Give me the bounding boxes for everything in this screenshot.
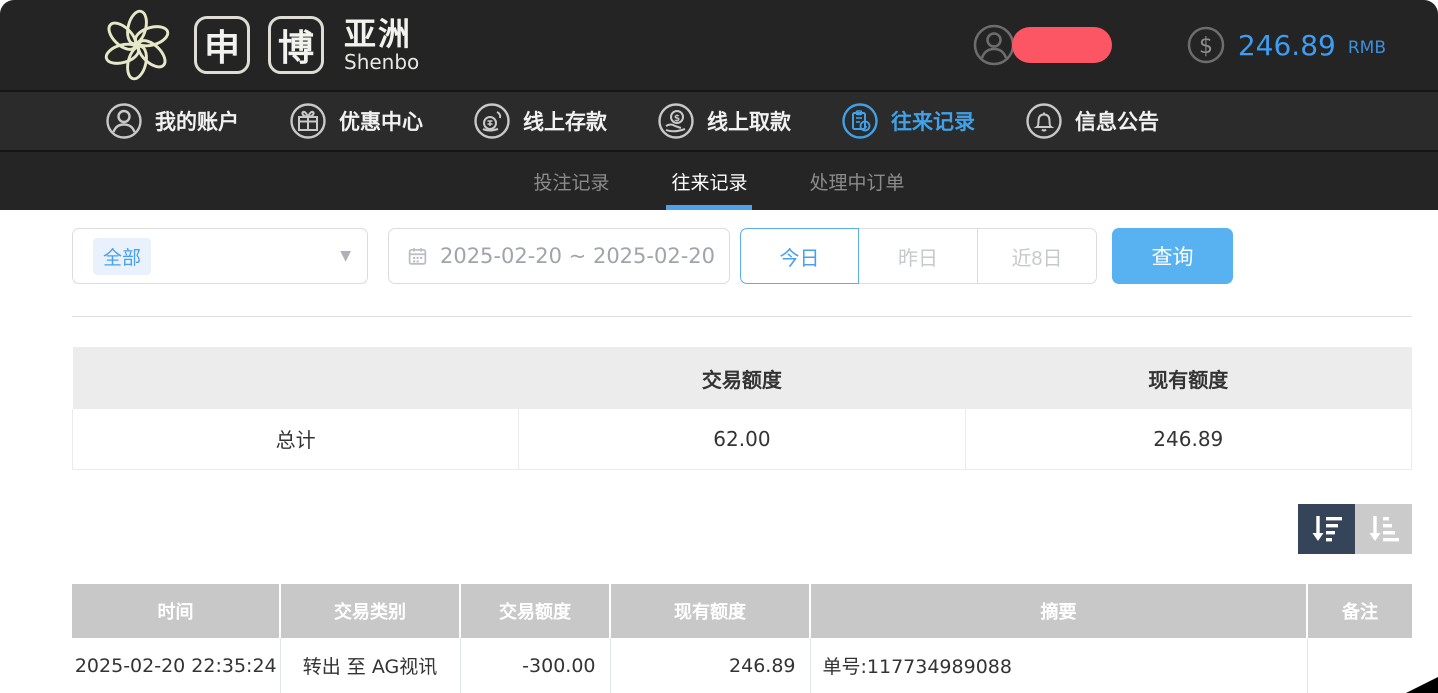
records-header-row: 时间 交易类别 交易额度 现有额度 摘要 备注: [72, 584, 1412, 638]
cell-note: [1307, 638, 1412, 693]
col-summary: 摘要: [810, 584, 1307, 638]
section-divider: [72, 316, 1412, 317]
sort-controls: [0, 504, 1412, 554]
col-note: 备注: [1307, 584, 1412, 638]
tab-pending-orders[interactable]: 处理中订单: [806, 152, 909, 210]
summary-header-blank: [73, 347, 519, 409]
sort-descending-icon: [1310, 514, 1344, 544]
nav-label: 线上存款: [523, 106, 607, 136]
sort-descending-button[interactable]: [1298, 504, 1355, 554]
col-amount: 交易额度: [460, 584, 610, 638]
cell-summary: 单号:117734989088: [810, 638, 1307, 693]
nav-label: 信息公告: [1075, 106, 1159, 136]
range-today-button[interactable]: 今日: [740, 228, 859, 284]
balance-amount: 246.89: [1238, 29, 1336, 62]
summary-header-transaction: 交易额度: [519, 347, 965, 409]
nav-label: 线上取款: [707, 106, 791, 136]
brand-region: 亚洲: [344, 18, 419, 50]
records-table: 时间 交易类别 交易额度 现有额度 摘要 备注 2025-02-20 22:35…: [72, 584, 1412, 693]
summary-header-row: 交易额度 现有额度: [73, 347, 1412, 409]
date-range-value: 2025-02-20 ~ 2025-02-20: [440, 244, 715, 268]
summary-total-balance: 246.89: [965, 409, 1411, 469]
svg-text:$: $: [1199, 34, 1213, 59]
sort-ascending-button[interactable]: [1355, 504, 1412, 554]
bell-icon: [1025, 102, 1063, 140]
dollar-icon: $: [1186, 25, 1226, 65]
withdraw-hand-coin-icon: $: [657, 102, 695, 140]
nav-item-my-account[interactable]: 我的账户: [105, 102, 239, 140]
brand-logo[interactable]: 申 博 亚洲 Shenbo: [98, 6, 419, 84]
nav-item-promotions[interactable]: 优惠中心: [289, 102, 423, 140]
brand-char-2: 博: [268, 16, 324, 74]
brand-char-1: 申: [194, 16, 250, 74]
wallet[interactable]: $ 246.89 RMB: [1186, 25, 1386, 65]
tab-transaction-records[interactable]: 往来记录: [667, 152, 751, 210]
top-header: 申 博 亚洲 Shenbo $ 246.89: [0, 0, 1438, 90]
svg-text:$: $: [674, 114, 680, 124]
sort-ascending-icon: [1367, 514, 1401, 544]
col-time: 时间: [72, 584, 280, 638]
main-nav: 我的账户 优惠中心 线上存款: [0, 90, 1438, 152]
nav-label: 往来记录: [891, 106, 975, 136]
chevron-down-icon: ▼: [340, 248, 351, 264]
table-row: 2025-02-20 22:35:24 转出 至 AG视讯 -300.00 24…: [72, 638, 1412, 693]
corner-triangle: [1406, 677, 1438, 693]
cell-balance: 246.89: [610, 638, 810, 693]
cell-category: 转出 至 AG视讯: [280, 638, 460, 693]
range-yesterday-button[interactable]: 昨日: [859, 228, 978, 284]
nav-label: 我的账户: [155, 106, 239, 136]
records-clipboard-clock-icon: [841, 102, 879, 140]
balance-currency: RMB: [1348, 32, 1386, 58]
summary-total-transaction: 62.00: [519, 409, 965, 469]
nav-item-deposit[interactable]: 线上存款: [473, 102, 607, 140]
brand-latin: Shenbo: [344, 52, 419, 72]
user-icon: [105, 102, 143, 140]
summary-total-label: 总计: [73, 409, 519, 469]
quick-range-group: 今日 昨日 近8日: [740, 228, 1097, 284]
selected-type-chip[interactable]: 全部: [93, 238, 151, 275]
sub-nav: 投注记录 往来记录 处理中订单: [0, 152, 1438, 210]
col-balance: 现有额度: [610, 584, 810, 638]
tab-betting-records[interactable]: 投注记录: [529, 152, 613, 210]
summary-table: 交易额度 现有额度 总计 62.00 246.89: [72, 347, 1412, 470]
gift-icon: [289, 102, 327, 140]
flower-icon: [98, 6, 176, 84]
deposit-hand-coin-icon: [473, 102, 511, 140]
nav-label: 优惠中心: [339, 106, 423, 136]
nav-item-announcements[interactable]: 信息公告: [1025, 102, 1159, 140]
cell-amount: -300.00: [460, 638, 610, 693]
date-range-input[interactable]: 2025-02-20 ~ 2025-02-20: [388, 228, 730, 284]
nav-item-records[interactable]: 往来记录: [841, 102, 975, 140]
cell-time: 2025-02-20 22:35:24: [72, 638, 280, 693]
content: 全部 ▼ 2025-02-20 ~ 2025-02-20: [0, 228, 1438, 693]
filter-row: 全部 ▼ 2025-02-20 ~ 2025-02-20: [72, 228, 1412, 284]
transaction-type-select[interactable]: 全部 ▼: [72, 228, 368, 284]
user-avatar-icon: [972, 23, 1016, 67]
username-pill[interactable]: [1012, 27, 1112, 63]
summary-total-row: 总计 62.00 246.89: [73, 409, 1412, 469]
calendar-icon: [407, 244, 428, 268]
page: 申 博 亚洲 Shenbo $ 246.89: [0, 0, 1438, 693]
col-category: 交易类别: [280, 584, 460, 638]
range-last8days-button[interactable]: 近8日: [978, 228, 1097, 284]
summary-header-balance: 现有额度: [965, 347, 1411, 409]
nav-item-withdraw[interactable]: $ 线上取款: [657, 102, 791, 140]
search-button[interactable]: 查询: [1112, 228, 1233, 284]
account-avatar[interactable]: [972, 23, 1112, 67]
